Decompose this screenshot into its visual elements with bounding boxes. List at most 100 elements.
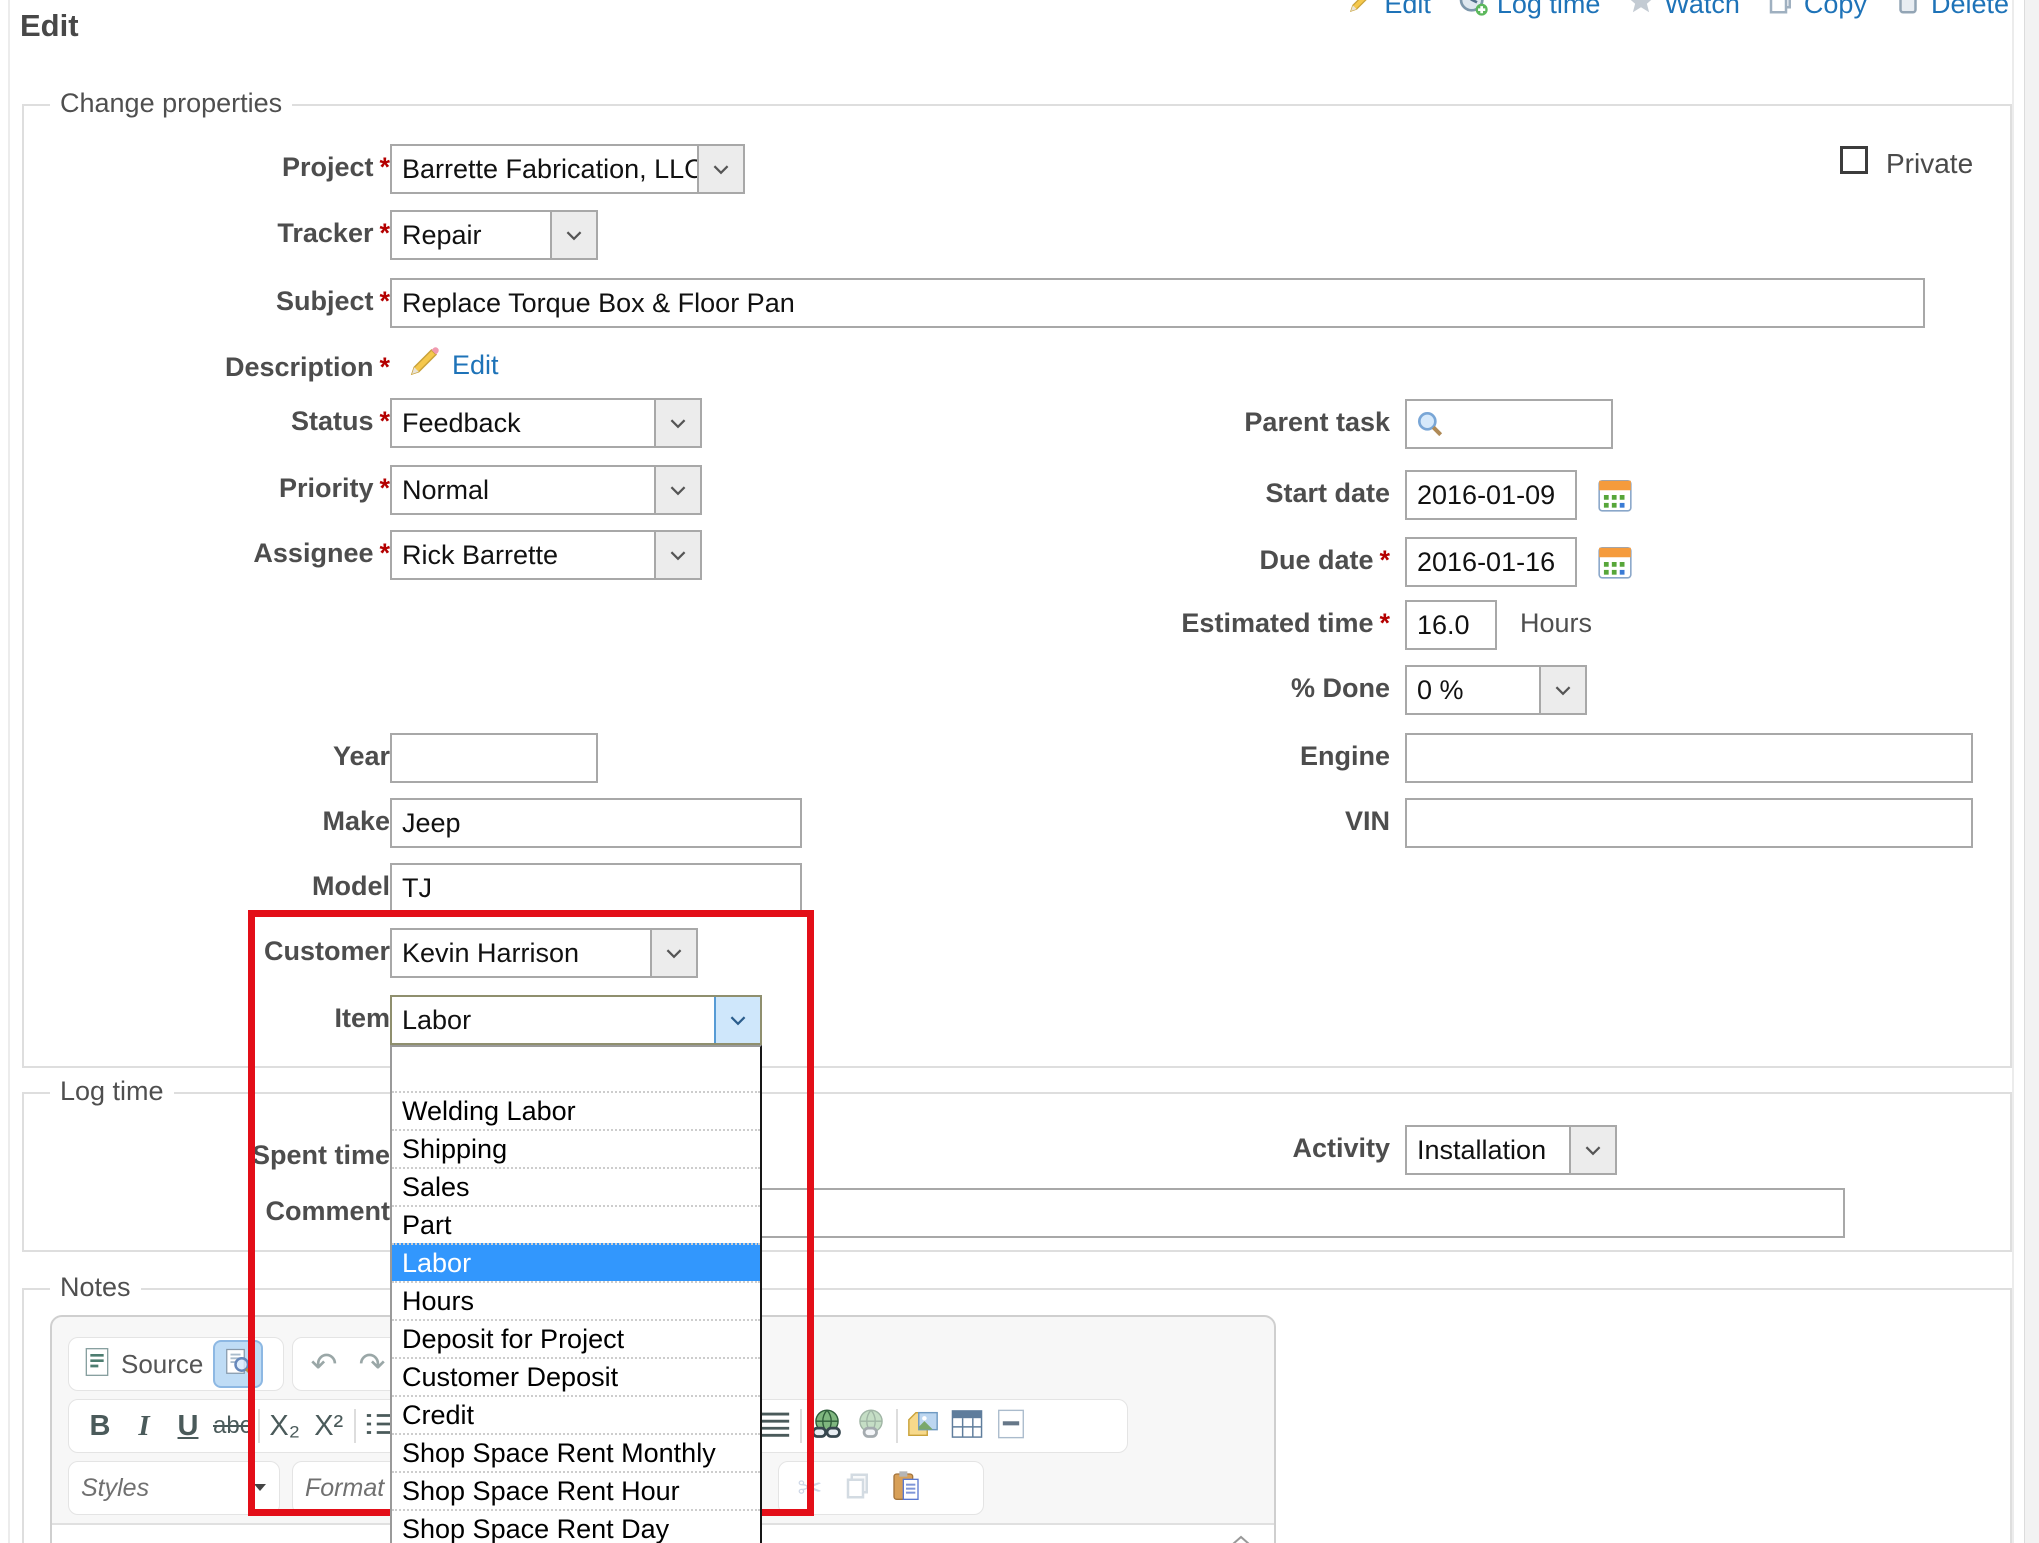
engine-input[interactable] xyxy=(1405,733,1973,783)
source-button-label: Source xyxy=(121,1349,203,1380)
chevron-down-icon[interactable] xyxy=(654,532,700,578)
dropdown-option[interactable]: Shop Space Rent Day xyxy=(392,1509,760,1543)
edit-action-link[interactable]: Edit xyxy=(1346,0,1431,23)
cut-button[interactable]: ✂ xyxy=(791,1466,829,1510)
chevron-down-icon[interactable] xyxy=(1539,667,1585,713)
tracker-select[interactable]: Repair xyxy=(390,210,598,260)
description-edit-link[interactable]: Edit xyxy=(452,350,499,381)
required-mark: * xyxy=(379,538,390,568)
tracker-label: Tracker* xyxy=(20,218,390,249)
superscript-icon: X² xyxy=(314,1410,343,1443)
italic-button[interactable]: I xyxy=(125,1404,163,1448)
copy-action-link[interactable]: Copy xyxy=(1766,0,1867,23)
priority-label: Priority* xyxy=(20,473,390,504)
item-select[interactable]: Labor xyxy=(390,995,762,1045)
page-title: Edit xyxy=(20,8,79,44)
copy-action-label: Copy xyxy=(1804,0,1867,20)
subject-input[interactable]: Replace Torque Box & Floor Pan xyxy=(390,278,1925,328)
start-date-input[interactable]: 2016-01-09 xyxy=(1405,470,1577,520)
percent-done-label: % Done xyxy=(1020,673,1390,704)
horizontal-rule-button[interactable] xyxy=(992,1404,1030,1448)
underline-button[interactable]: U xyxy=(169,1404,207,1448)
chevron-down-icon[interactable] xyxy=(697,146,743,192)
make-input[interactable]: Jeep xyxy=(390,798,802,848)
redo-button[interactable]: ↷ xyxy=(353,1342,391,1386)
calendar-icon[interactable] xyxy=(1596,476,1634,519)
model-input[interactable]: TJ xyxy=(390,863,802,913)
undo-button[interactable]: ↶ xyxy=(305,1342,343,1386)
assignee-select[interactable]: Rick Barrette xyxy=(390,530,702,580)
dropdown-option-blank[interactable] xyxy=(392,1047,760,1091)
tracker-select-value: Repair xyxy=(392,212,550,258)
assignee-label: Assignee* xyxy=(20,538,390,569)
dropdown-option[interactable]: Shipping xyxy=(392,1129,760,1167)
vin-input[interactable] xyxy=(1405,798,1973,848)
content-right-border xyxy=(2012,0,2014,1543)
log-time-action-link[interactable]: Log time xyxy=(1457,0,1601,24)
change-properties-legend: Change properties xyxy=(50,88,292,119)
year-input[interactable] xyxy=(390,733,598,783)
star-icon xyxy=(1626,0,1656,23)
chevron-down-icon[interactable] xyxy=(654,400,700,446)
notes-legend: Notes xyxy=(50,1272,141,1303)
dropdown-option[interactable]: Welding Labor xyxy=(392,1091,760,1129)
watch-action-link[interactable]: Watch xyxy=(1626,0,1740,23)
format-combo-label: Format xyxy=(305,1474,384,1503)
delete-action-link[interactable]: Delete xyxy=(1893,0,2009,23)
dropdown-option[interactable]: Customer Deposit xyxy=(392,1357,760,1395)
chevron-down-icon[interactable] xyxy=(550,212,596,258)
percent-done-select[interactable]: 0 % xyxy=(1405,665,1587,715)
italic-icon: I xyxy=(138,1410,149,1443)
dropdown-option[interactable]: Hours xyxy=(392,1281,760,1319)
chevron-down-icon[interactable] xyxy=(1569,1127,1615,1173)
subscript-button[interactable]: X₂ xyxy=(266,1404,304,1448)
priority-select[interactable]: Normal xyxy=(390,465,702,515)
status-select[interactable]: Feedback xyxy=(390,398,702,448)
dropdown-option-selected[interactable]: Labor xyxy=(392,1243,760,1281)
source-button[interactable]: Source xyxy=(81,1342,203,1386)
cut-icon: ✂ xyxy=(797,1471,822,1506)
chevron-down-icon[interactable] xyxy=(650,930,696,976)
dropdown-option[interactable]: Deposit for Project xyxy=(392,1319,760,1357)
superscript-button[interactable]: X² xyxy=(310,1404,348,1448)
image-button[interactable] xyxy=(904,1404,942,1448)
table-button[interactable] xyxy=(948,1404,986,1448)
due-date-input[interactable]: 2016-01-16 xyxy=(1405,537,1577,587)
dropdown-option[interactable]: Credit xyxy=(392,1395,760,1433)
toolbar-separator xyxy=(258,1409,260,1443)
paste-button[interactable] xyxy=(887,1466,925,1510)
calendar-icon[interactable] xyxy=(1596,543,1634,586)
activity-select[interactable]: Installation xyxy=(1405,1125,1617,1175)
dropdown-option[interactable]: Shop Space Rent Monthly xyxy=(392,1433,760,1471)
horizontal-rule-icon xyxy=(996,1409,1026,1444)
item-dropdown-list: Welding Labor Shipping Sales Part Labor … xyxy=(390,1045,762,1543)
dropdown-option[interactable]: Sales xyxy=(392,1167,760,1205)
customer-select[interactable]: Kevin Harrison xyxy=(390,928,698,978)
percent-done-select-value: 0 % xyxy=(1407,667,1539,713)
copy-button[interactable] xyxy=(839,1466,877,1510)
project-select[interactable]: Barrette Fabrication, LLC xyxy=(390,144,745,194)
chevron-down-icon[interactable] xyxy=(714,997,760,1043)
dropdown-option[interactable]: Shop Space Rent Hour xyxy=(392,1471,760,1509)
project-select-value: Barrette Fabrication, LLC xyxy=(392,146,697,192)
bold-button[interactable]: B xyxy=(81,1404,119,1448)
required-mark: * xyxy=(379,473,390,503)
unlink-button[interactable] xyxy=(852,1404,890,1448)
strikethrough-button[interactable]: abc xyxy=(213,1404,252,1448)
due-date-label: Due date* xyxy=(1020,545,1390,576)
preview-button[interactable] xyxy=(213,1340,263,1388)
toolbar-separator xyxy=(354,1409,356,1443)
styles-combo[interactable]: Styles xyxy=(68,1461,280,1515)
estimated-time-input[interactable]: 16.0 xyxy=(1405,600,1497,650)
dropdown-option[interactable]: Part xyxy=(392,1205,760,1243)
log-time-legend: Log time xyxy=(50,1076,174,1107)
scroll-up-icon[interactable] xyxy=(1230,1533,1252,1543)
required-mark: * xyxy=(379,218,390,248)
private-checkbox[interactable] xyxy=(1840,146,1868,174)
status-label: Status* xyxy=(20,406,390,437)
context-actions: Edit Log time Watch Copy Delete xyxy=(1346,0,2009,24)
link-button[interactable] xyxy=(808,1404,846,1448)
edit-action-label: Edit xyxy=(1384,0,1431,20)
page-scrollbar[interactable] xyxy=(2024,0,2039,1543)
chevron-down-icon[interactable] xyxy=(654,467,700,513)
